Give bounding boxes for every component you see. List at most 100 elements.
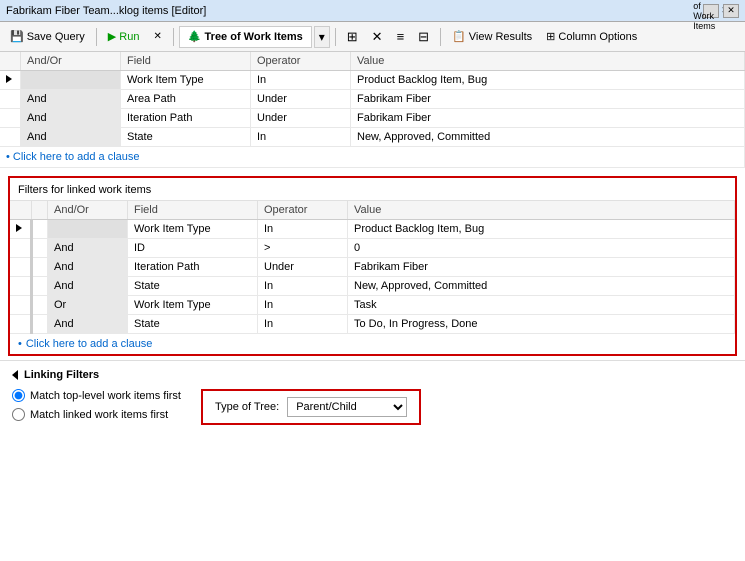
linked-table-row[interactable]: AndID>0 bbox=[10, 239, 735, 258]
row-selector-cell[interactable] bbox=[0, 109, 21, 128]
linked-value-cell[interactable]: Fabrikam Fiber bbox=[348, 258, 735, 277]
linked-operator-cell[interactable]: Under bbox=[258, 258, 348, 277]
radio-linked-input[interactable] bbox=[12, 408, 25, 421]
linked-row-selector[interactable] bbox=[10, 220, 32, 239]
radio-linked[interactable]: Match linked work items first bbox=[12, 408, 181, 421]
value-cell[interactable]: Product Backlog Item, Bug bbox=[351, 71, 745, 90]
linked-col-value: Value bbox=[348, 201, 735, 220]
tree-type-select[interactable]: Parent/Child Related bbox=[287, 397, 407, 417]
linked-operator-cell[interactable]: In bbox=[258, 277, 348, 296]
linked-col-field: Field bbox=[128, 201, 258, 220]
toolbar: 💾 Save Query ▶ Run ✕ 🌲 Tree of Work Item… bbox=[0, 22, 745, 52]
top-add-clause-text[interactable]: Click here to add a clause bbox=[13, 151, 140, 163]
field-cell[interactable]: Iteration Path bbox=[121, 109, 251, 128]
column-options-button[interactable]: ⊞ Column Options bbox=[540, 26, 643, 48]
linked-row-selector[interactable] bbox=[10, 258, 32, 277]
row-selector-cell[interactable] bbox=[0, 90, 21, 109]
cancel-run-button[interactable]: ✕ bbox=[147, 26, 167, 48]
linked-value-cell[interactable]: Product Backlog Item, Bug bbox=[348, 220, 735, 239]
toolbar-icon-btn-3[interactable]: ≡ bbox=[391, 26, 411, 48]
tree-type-dropdown[interactable]: ▾ bbox=[314, 26, 330, 48]
top-table-row[interactable]: AndIteration PathUnderFabrikam Fiber bbox=[0, 109, 745, 128]
tab-active[interactable]: Tree of Work Items ✕ bbox=[703, 4, 719, 18]
linked-add-clause-text[interactable]: Click here to add a clause bbox=[26, 338, 153, 350]
linked-operator-cell[interactable]: > bbox=[258, 239, 348, 258]
tree-of-work-items-tab[interactable]: 🌲 Tree of Work Items bbox=[179, 26, 312, 48]
linking-filters-header: Linking Filters bbox=[12, 369, 733, 381]
top-query-table: And/Or Field Operator Value Work Item Ty… bbox=[0, 52, 745, 147]
linked-field-cell[interactable]: Iteration Path bbox=[128, 258, 258, 277]
top-add-clause-row[interactable]: • Click here to add a clause bbox=[0, 147, 745, 168]
linked-row-selector[interactable] bbox=[10, 315, 32, 334]
view-results-button[interactable]: 📋 View Results bbox=[446, 26, 538, 48]
radio-top-level-input[interactable] bbox=[12, 389, 25, 402]
run-icon: ▶ bbox=[108, 30, 116, 43]
linked-value-cell[interactable]: To Do, In Progress, Done bbox=[348, 315, 735, 334]
linked-table-row[interactable]: Work Item TypeInProduct Backlog Item, Bu… bbox=[10, 220, 735, 239]
linked-row-selector[interactable] bbox=[10, 239, 32, 258]
linked-operator-cell[interactable]: In bbox=[258, 315, 348, 334]
linked-field-cell[interactable]: Work Item Type bbox=[128, 296, 258, 315]
top-table-row[interactable]: AndStateInNew, Approved, Committed bbox=[0, 128, 745, 147]
add-clause-bullet: • bbox=[6, 151, 10, 163]
columns-icon: ⊞ bbox=[546, 30, 555, 43]
linked-field-cell[interactable]: State bbox=[128, 315, 258, 334]
linked-operator-cell[interactable]: In bbox=[258, 296, 348, 315]
operator-cell[interactable]: In bbox=[251, 71, 351, 90]
operator-cell[interactable]: Under bbox=[251, 109, 351, 128]
save-query-button[interactable]: 💾 Save Query bbox=[4, 26, 91, 48]
linked-header-row: And/Or Field Operator Value bbox=[10, 201, 735, 220]
linked-table-row[interactable]: AndStateInTo Do, In Progress, Done bbox=[10, 315, 735, 334]
linked-row-selector[interactable] bbox=[10, 277, 32, 296]
indent-cell bbox=[32, 258, 48, 277]
radio-group: Match top-level work items first Match l… bbox=[12, 389, 181, 421]
andor-cell[interactable]: And bbox=[21, 90, 121, 109]
linked-andor-cell[interactable] bbox=[48, 220, 128, 239]
toolbar-icon-btn-1[interactable]: ⊞ bbox=[341, 26, 364, 48]
linked-operator-cell[interactable]: In bbox=[258, 220, 348, 239]
filters-body: Match top-level work items first Match l… bbox=[12, 389, 733, 425]
linked-field-cell[interactable]: Work Item Type bbox=[128, 220, 258, 239]
top-table-row[interactable]: Work Item TypeInProduct Backlog Item, Bu… bbox=[0, 71, 745, 90]
field-cell[interactable]: Area Path bbox=[121, 90, 251, 109]
indent-cell bbox=[32, 239, 48, 258]
indent-cell bbox=[32, 277, 48, 296]
linked-value-cell[interactable]: Task bbox=[348, 296, 735, 315]
operator-cell[interactable]: Under bbox=[251, 90, 351, 109]
operator-cell[interactable]: In bbox=[251, 128, 351, 147]
linked-table-row[interactable]: AndIteration PathUnderFabrikam Fiber bbox=[10, 258, 735, 277]
tree-type-label: Type of Tree: bbox=[215, 401, 279, 413]
linked-andor-cell[interactable]: Or bbox=[48, 296, 128, 315]
field-cell[interactable]: State bbox=[121, 128, 251, 147]
andor-cell[interactable] bbox=[21, 71, 121, 90]
andor-cell[interactable]: And bbox=[21, 109, 121, 128]
andor-cell[interactable]: And bbox=[21, 128, 121, 147]
value-cell[interactable]: Fabrikam Fiber bbox=[351, 109, 745, 128]
linked-row-selector[interactable] bbox=[10, 296, 32, 315]
top-table-header-row: And/Or Field Operator Value bbox=[0, 52, 745, 71]
linked-value-cell[interactable]: New, Approved, Committed bbox=[348, 277, 735, 296]
row-selector-cell[interactable] bbox=[0, 71, 21, 90]
linked-table-row[interactable]: AndStateInNew, Approved, Committed bbox=[10, 277, 735, 296]
run-button[interactable]: ▶ Run bbox=[102, 26, 146, 48]
linked-field-cell[interactable]: ID bbox=[128, 239, 258, 258]
collapse-triangle-icon[interactable] bbox=[12, 370, 18, 380]
linked-andor-cell[interactable]: And bbox=[48, 239, 128, 258]
close-tab-btn[interactable]: ✕ bbox=[723, 4, 739, 18]
linked-andor-cell[interactable]: And bbox=[48, 258, 128, 277]
row-selector-cell[interactable] bbox=[0, 128, 21, 147]
value-cell[interactable]: Fabrikam Fiber bbox=[351, 90, 745, 109]
top-add-clause-table: • Click here to add a clause bbox=[0, 147, 745, 168]
toolbar-icon-btn-4[interactable]: ⊟ bbox=[412, 26, 435, 48]
linked-value-cell[interactable]: 0 bbox=[348, 239, 735, 258]
linked-andor-cell[interactable]: And bbox=[48, 277, 128, 296]
top-table-row[interactable]: AndArea PathUnderFabrikam Fiber bbox=[0, 90, 745, 109]
value-cell[interactable]: New, Approved, Committed bbox=[351, 128, 745, 147]
linked-field-cell[interactable]: State bbox=[128, 277, 258, 296]
field-cell[interactable]: Work Item Type bbox=[121, 71, 251, 90]
toolbar-icon-btn-2[interactable]: ✕ bbox=[366, 26, 389, 48]
radio-top-level[interactable]: Match top-level work items first bbox=[12, 389, 181, 402]
linked-add-clause-row[interactable]: • Click here to add a clause bbox=[10, 334, 735, 354]
linked-table-row[interactable]: OrWork Item TypeInTask bbox=[10, 296, 735, 315]
linked-andor-cell[interactable]: And bbox=[48, 315, 128, 334]
